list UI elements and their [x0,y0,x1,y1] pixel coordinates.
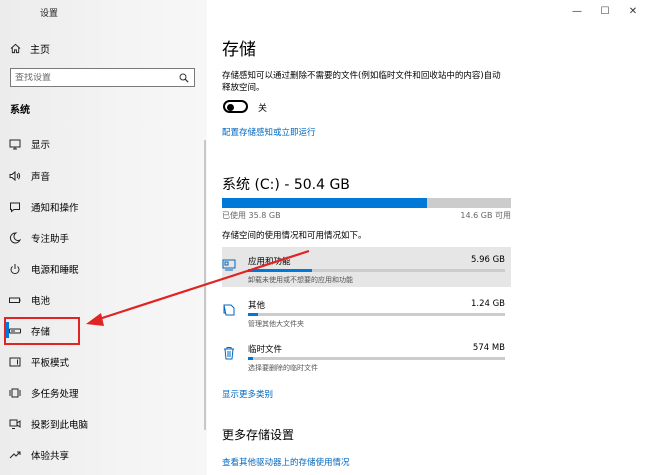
settings-window: 设置 主页 系统 显示 声音 通知和操作 专注助手 电源和睡眠 [0,0,650,475]
category-subtext: 选择要删除的临时文件 [248,364,318,372]
category-bar [248,357,505,360]
sidebar-item-battery[interactable]: 电池 [6,289,196,311]
toggle-state-label: 关 [258,104,268,114]
sidebar-item-focus-assist[interactable]: 专注助手 [6,227,196,249]
display-icon [9,138,21,150]
other-icon [222,301,236,316]
category-subtext: 管理其他大文件夹 [248,320,304,328]
used-space-label: 已使用 35.8 GB [222,211,281,220]
battery-icon [9,294,21,306]
configure-storage-sense-link[interactable]: 配置存储感知或立即运行 [222,126,316,138]
other-drives-link[interactable]: 查看其他驱动器上的存储使用情况 [222,456,350,468]
search-icon[interactable] [179,73,189,83]
apps-icon [222,257,236,271]
sidebar-item-display[interactable]: 显示 [6,133,196,155]
project-icon [9,418,21,430]
drive-title: 系统 (C:) - 50.4 GB [222,177,350,193]
category-size: 1.24 GB [470,299,505,309]
trash-icon [222,345,236,360]
sidebar-item-shared-experiences[interactable]: 体验共享 [6,444,196,466]
sidebar-item-power[interactable]: 电源和睡眠 [6,258,196,280]
sidebar-item-label: 平板模式 [31,358,70,369]
storage-icon [9,325,21,337]
search-box[interactable] [10,68,195,87]
tablet-icon [9,356,21,368]
category-name: 临时文件 [248,345,283,355]
category-bar [248,269,505,272]
storage-sense-description: 存储感知可以通过删除不需要的文件(例如临时文件和回收站中的内容)自动释放空间。 [222,71,501,93]
more-storage-settings-title: 更多存储设置 [222,428,295,442]
category-bar [248,313,505,316]
sidebar-item-sound[interactable]: 声音 [6,165,196,187]
category-apps[interactable]: 应用和功能 5.96 GB 卸载未使用或不想要的应用和功能 [222,247,511,287]
sidebar-item-notifications[interactable]: 通知和操作 [6,196,196,218]
notification-icon [9,201,21,213]
sidebar-item-label: 专注助手 [31,234,70,245]
free-space-label: 14.6 GB 可用 [460,211,511,220]
home-icon [10,43,21,53]
page-title: 存储 [222,40,256,60]
sidebar-item-label: 显示 [31,140,51,151]
sidebar-item-label: 通知和操作 [31,203,79,214]
sidebar-item-label: 存储 [31,327,51,338]
sound-icon [9,170,21,182]
main-content: 存储 存储感知可以通过删除不需要的文件(例如临时文件和回收站中的内容)自动释放空… [222,0,642,475]
sidebar-item-label: 电池 [31,296,51,307]
category-bar-fill [248,313,259,316]
sidebar-item-storage[interactable]: 存储 [4,317,80,345]
category-bar-fill [248,357,254,360]
power-icon [9,263,21,275]
usage-description: 存储空间的使用情况和可用情况如下。 [222,231,367,241]
home-nav[interactable]: 主页 [10,40,50,56]
multitask-icon [9,387,21,399]
drive-usage-bar [222,198,511,208]
sidebar-item-label: 体验共享 [31,451,70,462]
category-size: 574 MB [472,343,505,353]
category-name: 应用和功能 [248,257,291,267]
show-more-categories-link[interactable]: 显示更多类别 [222,388,273,400]
home-label: 主页 [30,44,50,56]
sidebar-item-label: 电源和睡眠 [31,265,79,276]
sidebar-scrollbar[interactable] [204,140,206,430]
category-temp-files[interactable]: 临时文件 574 MB 选择要删除的临时文件 [222,335,511,375]
app-title: 设置 [40,9,59,19]
section-title: 系统 [10,105,30,116]
drive-usage-fill [222,198,428,208]
category-name: 其他 [248,301,266,311]
category-subtext: 卸载未使用或不想要的应用和功能 [248,276,353,284]
moon-icon [9,232,21,244]
sidebar-item-tablet-mode[interactable]: 平板模式 [6,351,196,373]
search-input[interactable] [15,72,175,83]
sidebar: 设置 主页 系统 显示 声音 通知和操作 专注助手 电源和睡眠 [0,0,207,475]
category-other[interactable]: 其他 1.24 GB 管理其他大文件夹 [222,291,511,331]
storage-sense-toggle[interactable] [223,100,248,113]
sidebar-item-project[interactable]: 投影到此电脑 [6,413,196,435]
sidebar-item-label: 投影到此电脑 [31,420,89,431]
sidebar-item-label: 声音 [31,172,51,183]
sidebar-item-multitasking[interactable]: 多任务处理 [6,382,196,404]
share-icon [9,449,21,461]
category-bar-fill [248,269,313,272]
sidebar-item-label: 多任务处理 [31,389,79,400]
category-size: 5.96 GB [470,255,505,265]
